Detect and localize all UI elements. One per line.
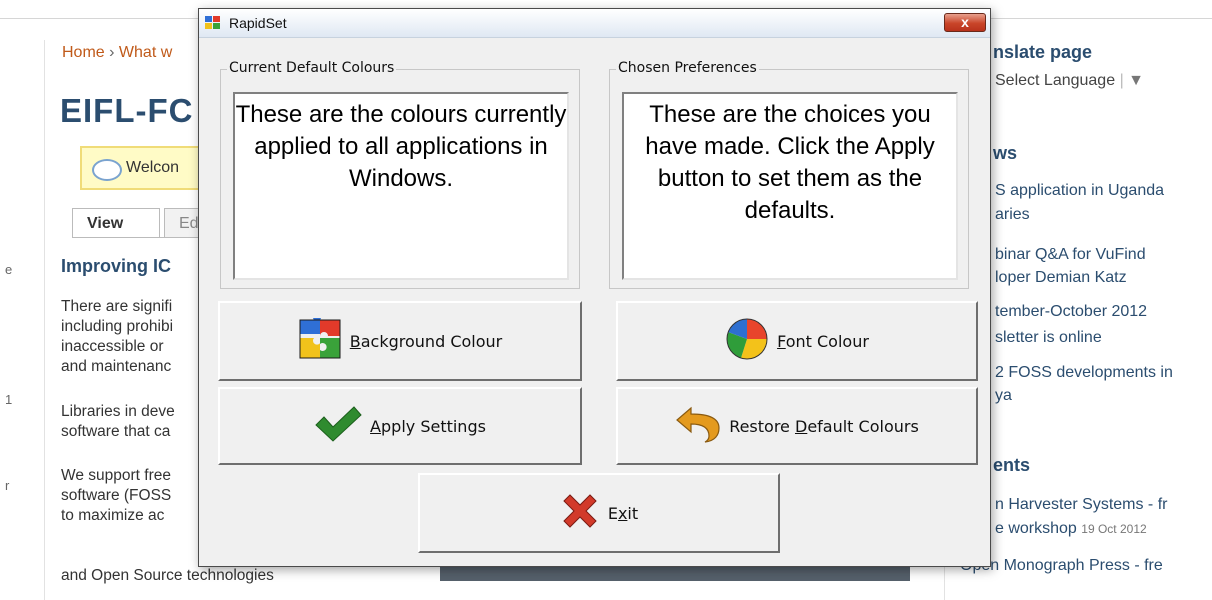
paragraph-line: and maintenanc — [61, 358, 172, 375]
chosen-preferences-group-label: Chosen Preferences — [616, 60, 759, 76]
close-icon: x — [961, 14, 969, 30]
event-link[interactable]: n Monograph Press - fre — [990, 557, 1163, 574]
section-heading: Improving IC — [61, 256, 172, 276]
breadcrumb-separator: › — [109, 44, 115, 61]
news-link[interactable]: ya — [995, 387, 1012, 405]
chosen-preferences-panel: These are the choices you have made. Cli… — [622, 92, 958, 280]
paragraph-line: to maximize ac — [61, 507, 165, 524]
background-colour-button[interactable]: Background Colour — [218, 301, 582, 381]
breadcrumb: Home › What w — [62, 44, 172, 62]
paragraph-line: Libraries in deve — [61, 403, 175, 420]
event-date: 19 Oct 2012 — [1081, 522, 1147, 536]
news-link[interactable]: sletter is online — [995, 329, 1102, 347]
language-select[interactable]: Select Language | ▼ — [995, 72, 1144, 90]
paragraph-line: software (FOSS — [61, 487, 172, 504]
page-photo — [440, 565, 910, 581]
exit-label: Exit — [607, 503, 639, 523]
red-x-icon — [560, 491, 600, 535]
font-colour-label: Font Colour — [777, 331, 869, 351]
undo-arrow-icon — [675, 404, 721, 448]
close-button[interactable]: x — [944, 13, 986, 32]
edge-text-fragment: r — [5, 478, 10, 493]
news-link[interactable]: loper Demian Katz — [995, 269, 1127, 287]
paragraph-line: There are signifi — [61, 298, 173, 315]
paragraph-line: software that ca — [61, 423, 171, 440]
breadcrumb-home-link[interactable]: Home — [62, 44, 105, 61]
restore-default-colours-label: Restore Default Colours — [729, 416, 919, 436]
event-link[interactable]: n Harvester Systems - fr — [995, 496, 1167, 514]
language-select-separator: | — [1119, 72, 1124, 89]
apply-settings-button[interactable]: Apply Settings — [218, 387, 582, 465]
paragraph-line: inaccessible or — [61, 338, 164, 355]
chosen-preferences-group: Chosen Preferences These are the choices… — [609, 60, 969, 289]
content-left-border — [44, 40, 45, 600]
paragraph-line: including prohibi — [61, 318, 174, 335]
news-link[interactable]: tember-October 2012 — [995, 303, 1147, 321]
current-colours-panel: These are the colours currently applied … — [233, 92, 569, 280]
dialog-titlebar[interactable]: RapidSet x — [199, 9, 990, 38]
dropdown-arrow-icon: ▼ — [1128, 72, 1145, 89]
tab-divider — [72, 237, 212, 238]
breadcrumb-link[interactable]: What w — [119, 44, 172, 61]
language-select-label: Select Language — [995, 72, 1116, 89]
event-link[interactable]: e workshop — [995, 520, 1077, 537]
edge-text-fragment: e — [5, 262, 13, 277]
event-line: e workshop 19 Oct 2012 — [995, 520, 1147, 538]
translate-heading: nslate page — [993, 42, 1093, 62]
pie-chart-icon — [725, 317, 769, 365]
puzzle-icon — [298, 313, 342, 364]
events-heading: ents — [993, 455, 1031, 475]
dialog-title: RapidSet — [229, 15, 287, 31]
page-title: EIFL-FC — [60, 92, 194, 129]
checkmark-icon — [314, 405, 362, 447]
tab-view[interactable]: View — [72, 208, 160, 238]
news-heading: ws — [993, 143, 1018, 163]
news-link[interactable]: 2 FOSS developments in — [995, 364, 1173, 382]
paragraph-line: and Open Source technologies — [61, 567, 274, 584]
current-colours-group: Current Default Colours These are the co… — [220, 60, 580, 289]
exit-button[interactable]: Exit — [418, 473, 780, 553]
restore-default-colours-button[interactable]: Restore Default Colours — [616, 387, 978, 465]
edge-text-fragment: 1 — [5, 392, 13, 407]
speech-bubble-icon — [92, 159, 122, 181]
rapidset-dialog: RapidSet x Current Default Colours These… — [198, 8, 991, 567]
news-link[interactable]: S application in Uganda — [995, 182, 1164, 200]
paragraph-line: We support free — [61, 467, 171, 484]
news-link[interactable]: binar Q&A for VuFind — [995, 246, 1146, 264]
rapidset-app-icon — [205, 16, 221, 30]
apply-settings-label: Apply Settings — [370, 416, 486, 436]
news-link[interactable]: aries — [995, 206, 1030, 224]
background-colour-label: Background Colour — [349, 331, 503, 351]
font-colour-button[interactable]: Font Colour — [616, 301, 978, 381]
current-colours-group-label: Current Default Colours — [227, 60, 397, 76]
welcome-text: Welcon — [126, 159, 180, 176]
